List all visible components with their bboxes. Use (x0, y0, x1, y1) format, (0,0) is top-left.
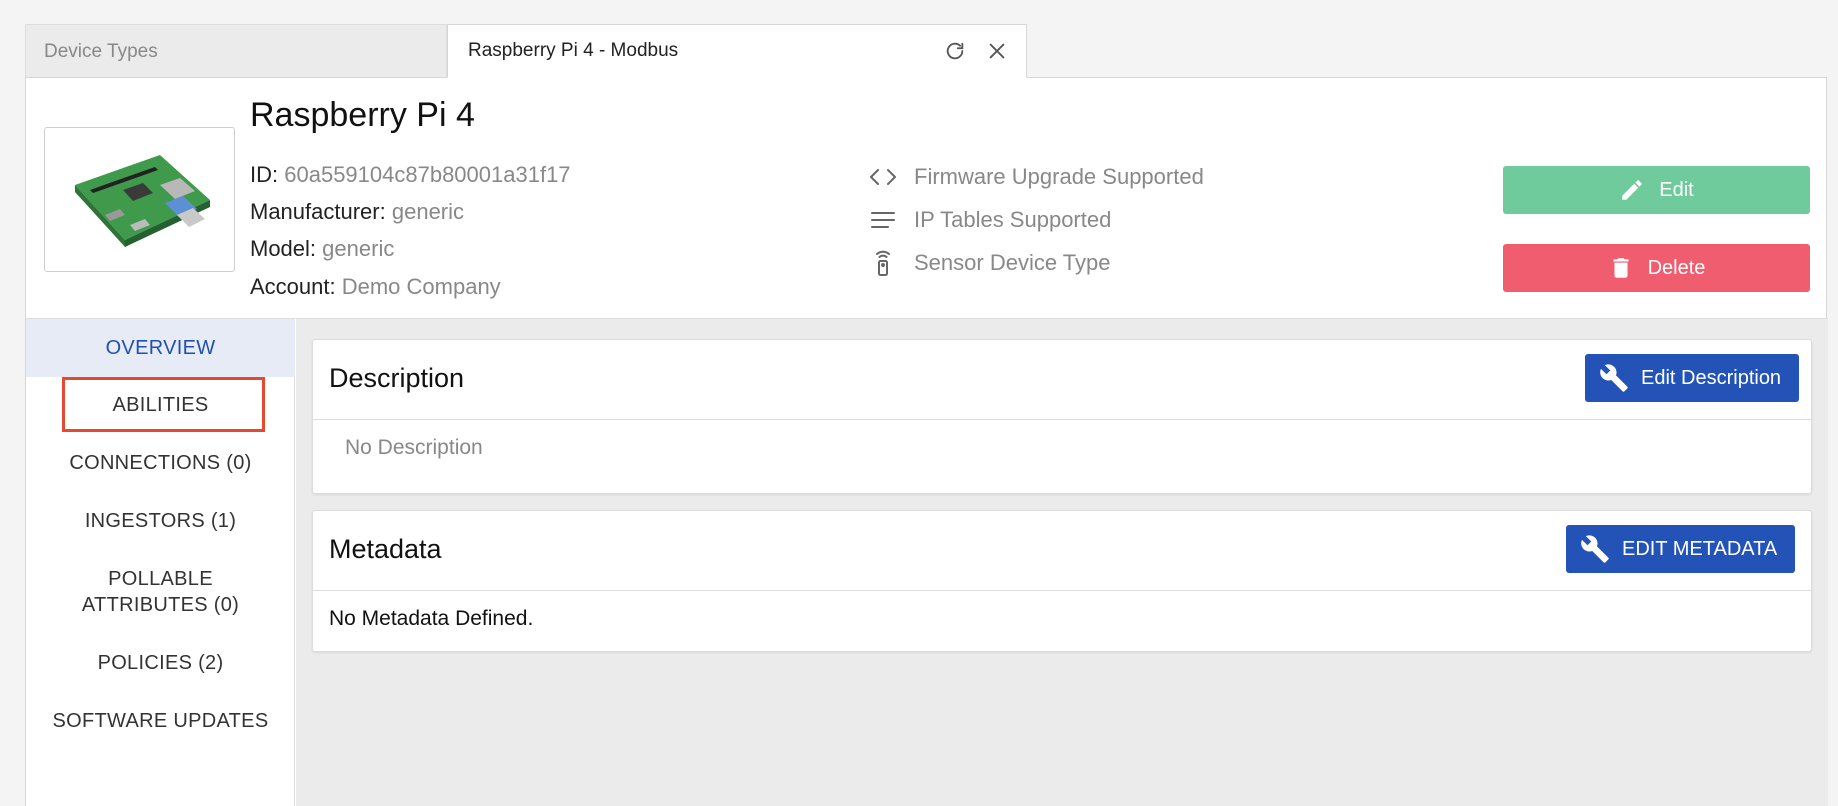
overview-content: Description Edit Description No Descript… (296, 319, 1828, 806)
description-body: No Description (345, 436, 483, 459)
device-type-panel: Raspberry Pi 4 ID: 60a559104c87b80001a31… (25, 77, 1828, 806)
sidebar-item-label: CONNECTIONS (0) (69, 452, 252, 474)
metadata-body: No Metadata Defined. (329, 607, 534, 630)
model-value: generic (322, 236, 395, 261)
edit-button-label: Edit (1659, 178, 1694, 201)
feature-ip-tables-label: IP Tables Supported (914, 207, 1112, 232)
metadata-card: Metadata EDIT METADATA No Metadata Defin… (312, 510, 1812, 652)
feature-firmware-label: Firmware Upgrade Supported (914, 164, 1204, 189)
close-icon[interactable] (984, 38, 1010, 64)
sidebar-nav: OVERVIEW ABILITIES CONNECTIONS (0) INGES… (26, 319, 295, 806)
edit-description-button[interactable]: Edit Description (1585, 354, 1800, 402)
device-image (44, 127, 235, 272)
description-title: Description (329, 363, 465, 393)
manufacturer-label: Manufacturer: (250, 199, 386, 224)
sidebar-item-label: SOFTWARE UPDATES (52, 710, 269, 732)
edit-metadata-label: EDIT METADATA (1622, 537, 1778, 560)
model-label: Model: (250, 236, 317, 261)
delete-button-label: Delete (1647, 256, 1706, 279)
wrench-icon (1581, 535, 1609, 563)
sidebar-item-label: OVERVIEW (105, 337, 216, 359)
wrench-icon (1600, 364, 1628, 392)
lines-icon (871, 212, 895, 228)
feature-ip-tables: IP Tables Supported (868, 205, 1111, 235)
feature-firmware-upgrade: Firmware Upgrade Supported (868, 162, 1204, 192)
pencil-icon (1622, 180, 1643, 200)
device-id-label: ID: (250, 162, 279, 187)
description-card-header: Description Edit Description (313, 340, 1811, 420)
metadata-title: Metadata (329, 534, 442, 564)
description-card: Description Edit Description No Descript… (312, 339, 1812, 494)
trash-icon (1613, 258, 1629, 278)
tab-device-types-label: Device Types (44, 40, 158, 62)
device-title: Raspberry Pi 4 (250, 96, 475, 134)
sidebar-item-overview[interactable]: OVERVIEW (26, 319, 295, 377)
remote-sensor-icon (876, 250, 890, 276)
metadata-card-header: Metadata EDIT METADATA (313, 511, 1811, 591)
tab-active-label: Raspberry Pi 4 - Modbus (468, 40, 679, 61)
account-label: Account: (250, 274, 336, 299)
delete-button[interactable]: Delete (1503, 244, 1810, 292)
manufacturer-value: generic (391, 199, 465, 224)
code-icon (870, 169, 896, 185)
account-value: Demo Company (341, 274, 501, 299)
edit-button[interactable]: Edit (1503, 166, 1810, 214)
edit-metadata-button[interactable]: EDIT METADATA (1566, 525, 1796, 573)
refresh-icon[interactable] (942, 38, 968, 64)
tab-device-types[interactable]: Device Types (25, 24, 447, 78)
sidebar-item-label: INGESTORS (1) (84, 510, 237, 532)
feature-sensor-device-type: Sensor Device Type (868, 248, 1110, 278)
sidebar-item-abilities[interactable]: ABILITIES (26, 392, 295, 418)
sidebar-item-policies[interactable]: POLICIES (2) (26, 650, 295, 676)
device-id-row: ID: 60a559104c87b80001a31f17 (250, 162, 571, 188)
sidebar-item-software-updates[interactable]: SOFTWARE UPDATES (26, 708, 295, 734)
sidebar-item-label: ABILITIES (112, 394, 209, 416)
edit-description-label: Edit Description (1641, 366, 1782, 389)
sidebar-item-pollable-attributes[interactable]: POLLABLE ATTRIBUTES (0) (26, 566, 295, 618)
model-row: Model: generic (250, 236, 394, 262)
feature-sensor-label: Sensor Device Type (914, 250, 1111, 275)
device-id-value: 60a559104c87b80001a31f17 (284, 162, 571, 187)
tab-raspberry-pi-modbus[interactable]: Raspberry Pi 4 - Modbus (447, 24, 1027, 78)
account-row: Account: Demo Company (250, 274, 501, 300)
sidebar-item-ingestors[interactable]: INGESTORS (1) (26, 508, 295, 534)
sidebar-item-label: POLICIES (2) (97, 652, 224, 674)
raspberry-pi-board-icon (74, 154, 210, 247)
sidebar-item-connections[interactable]: CONNECTIONS (0) (26, 450, 295, 476)
manufacturer-row: Manufacturer: generic (250, 199, 464, 225)
sidebar-item-label: POLLABLE ATTRIBUTES (0) (81, 568, 240, 616)
